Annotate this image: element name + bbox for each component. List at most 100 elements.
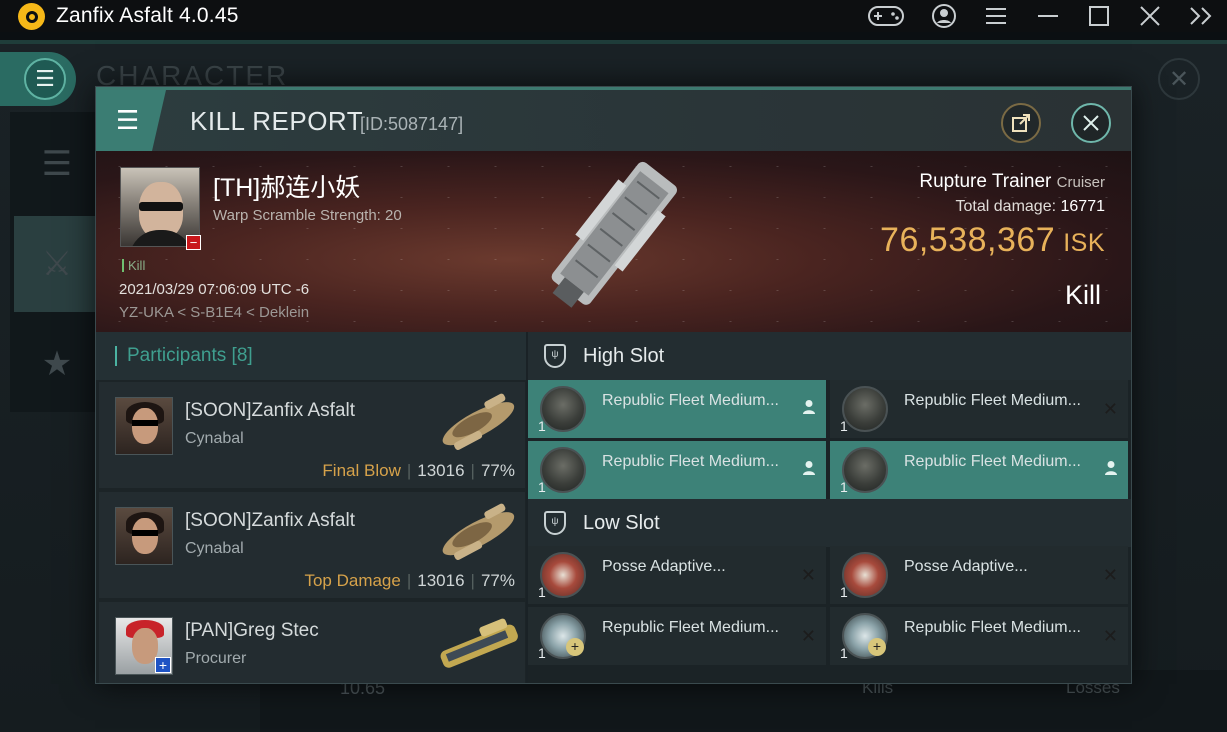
gamepad-icon[interactable]: [866, 2, 906, 30]
kill-report-menu-button[interactable]: ☰: [96, 90, 166, 151]
kill-datetime: 2021/03/29 07:06:09 UTC -6: [119, 281, 310, 298]
kill-report-window: ☰ KILL REPORT [ID:5087147] − [TH]郝连小妖 Wa…: [95, 86, 1132, 684]
participant-percent: 77%: [480, 461, 515, 480]
slot-item[interactable]: 1 Republic Fleet Medium... ✕: [830, 380, 1128, 438]
item-quantity: 1: [840, 479, 848, 495]
item-name: Republic Fleet Medium...: [904, 619, 1081, 636]
high-slot-header: ψ High Slot: [528, 332, 1131, 380]
slot-item[interactable]: + 1 Republic Fleet Medium... ✕: [528, 607, 826, 665]
total-damage: Total damage: 16771: [956, 198, 1105, 216]
turret-icon: [842, 447, 888, 493]
item-name: Republic Fleet Medium...: [904, 392, 1081, 409]
kill-report-id: [ID:5087147]: [360, 114, 464, 134]
user-icon: [1104, 460, 1118, 481]
participant-ship-image: [442, 503, 515, 560]
kill-report-header: ☰ KILL REPORT [ID:5087147]: [96, 87, 1131, 151]
main-menu-button[interactable]: ☰: [0, 52, 76, 106]
participant-stats: Top Damage | 13016 | 77%: [304, 571, 515, 590]
plus-icon: +: [566, 638, 584, 656]
participant-portrait: [115, 507, 173, 565]
participant-name: [SOON]Zanfix Asfalt: [185, 400, 355, 421]
participant-row[interactable]: [SOON]Zanfix Asfalt Cynabal Top Damage | 1…: [99, 492, 525, 598]
kill-report-title: KILL REPORT: [190, 106, 364, 136]
participant-ship-image: [440, 618, 518, 668]
item-name: Republic Fleet Medium...: [602, 392, 779, 409]
participant-row[interactable]: + [PAN]Greg Stec Procurer: [99, 602, 525, 683]
participant-ship: Cynabal: [185, 540, 244, 557]
slot-item[interactable]: + 1 Republic Fleet Medium... ✕: [830, 607, 1128, 665]
kill-tag: Kill: [122, 259, 145, 272]
item-quantity: 1: [840, 645, 848, 661]
app-title: Zanfix Asfalt 4.0.45: [56, 4, 239, 27]
slot-item[interactable]: 1 Republic Fleet Medium...: [528, 380, 826, 438]
close-icon[interactable]: [1138, 2, 1162, 30]
sidebar-star-icon[interactable]: ★: [14, 316, 100, 412]
friendly-plus-icon: +: [155, 657, 171, 673]
low-slot-header: ψ Low Slot: [528, 499, 1131, 547]
slot-item[interactable]: 1 Republic Fleet Medium...: [830, 441, 1128, 499]
participant-portrait: [115, 397, 173, 455]
item-quantity: 1: [840, 418, 848, 434]
item-quantity: 1: [538, 645, 546, 661]
isk-unit: ISK: [1063, 229, 1105, 257]
kill-report-close-button[interactable]: [1071, 103, 1111, 143]
low-slot-icon: ψ: [544, 511, 566, 535]
participants-header: Participants [8]: [96, 332, 526, 380]
sidebar-expand-icon[interactable]: [1188, 2, 1214, 30]
victim-ship-image: [536, 151, 696, 332]
turret-icon: [842, 386, 888, 432]
background-close-icon[interactable]: ✕: [1158, 58, 1200, 100]
account-icon[interactable]: [930, 2, 958, 30]
share-button[interactable]: [1001, 103, 1041, 143]
isk-value: 76,538,367 ISK: [880, 221, 1105, 260]
slot-item[interactable]: 1 Posse Adaptive... ✕: [830, 546, 1128, 604]
participant-ship: Cynabal: [185, 430, 244, 447]
isk-amount: 76,538,367: [880, 221, 1056, 259]
slot-item[interactable]: 1 Posse Adaptive... ✕: [528, 546, 826, 604]
participant-name: [PAN]Greg Stec: [185, 620, 319, 641]
participant-name: [SOON]Zanfix Asfalt: [185, 510, 355, 531]
item-name: Posse Adaptive...: [904, 558, 1028, 575]
item-quantity: 1: [538, 479, 546, 495]
hamburger-icon: ☰: [24, 58, 66, 100]
item-quantity: 1: [840, 584, 848, 600]
participant-damage: 13016: [417, 461, 465, 480]
item-quantity: 1: [538, 584, 546, 600]
participant-damage: 13016: [417, 571, 465, 590]
high-slot-icon: ψ: [544, 344, 566, 368]
emulator-titlebar: Zanfix Asfalt 4.0.45: [0, 0, 1227, 32]
close-icon: [1083, 115, 1099, 131]
victim-name[interactable]: [TH]郝连小妖: [213, 168, 360, 204]
armor-hardener-icon: [540, 552, 586, 598]
sidebar-list-icon[interactable]: ☰: [14, 116, 100, 212]
share-icon: [1012, 114, 1030, 132]
warp-scramble-strength: Warp Scramble Strength: 20: [213, 207, 402, 224]
ship-class: Cruiser: [1056, 174, 1105, 191]
app-logo-icon: [18, 3, 45, 30]
item-name: Posse Adaptive...: [602, 558, 726, 575]
kill-summary-banner: − [TH]郝连小妖 Warp Scramble Strength: 20 Ki…: [96, 151, 1131, 332]
participant-ship-image: [442, 393, 515, 450]
minimize-icon[interactable]: [1036, 2, 1060, 30]
menu-icon[interactable]: [984, 2, 1008, 30]
item-quantity: 1: [538, 418, 546, 434]
high-slot-title: High Slot: [583, 345, 665, 367]
plus-icon: +: [868, 638, 886, 656]
kill-location[interactable]: YZ-UKA < S-B1E4 < Deklein: [119, 304, 309, 321]
hamburger-icon: ☰: [116, 105, 140, 135]
armor-hardener-icon: [842, 552, 888, 598]
maximize-icon[interactable]: [1087, 2, 1111, 30]
total-damage-label: Total damage:: [955, 198, 1057, 215]
participant-ship: Procurer: [185, 650, 247, 667]
participant-stats: Final Blow | 13016 | 77%: [322, 461, 515, 480]
item-name: Republic Fleet Medium...: [602, 619, 779, 636]
slot-item[interactable]: 1 Republic Fleet Medium...: [528, 441, 826, 499]
user-icon: [802, 460, 816, 481]
user-icon: [802, 399, 816, 420]
item-name: Republic Fleet Medium...: [602, 453, 779, 470]
participant-row[interactable]: [SOON]Zanfix Asfalt Cynabal Final Blow | 1…: [99, 382, 525, 488]
top-damage-tag: Top Damage: [304, 571, 401, 590]
low-slot-title: Low Slot: [583, 512, 660, 534]
sidebar-swords-icon[interactable]: ⚔: [14, 216, 100, 312]
destroyed-x-icon: ✕: [1102, 399, 1118, 419]
